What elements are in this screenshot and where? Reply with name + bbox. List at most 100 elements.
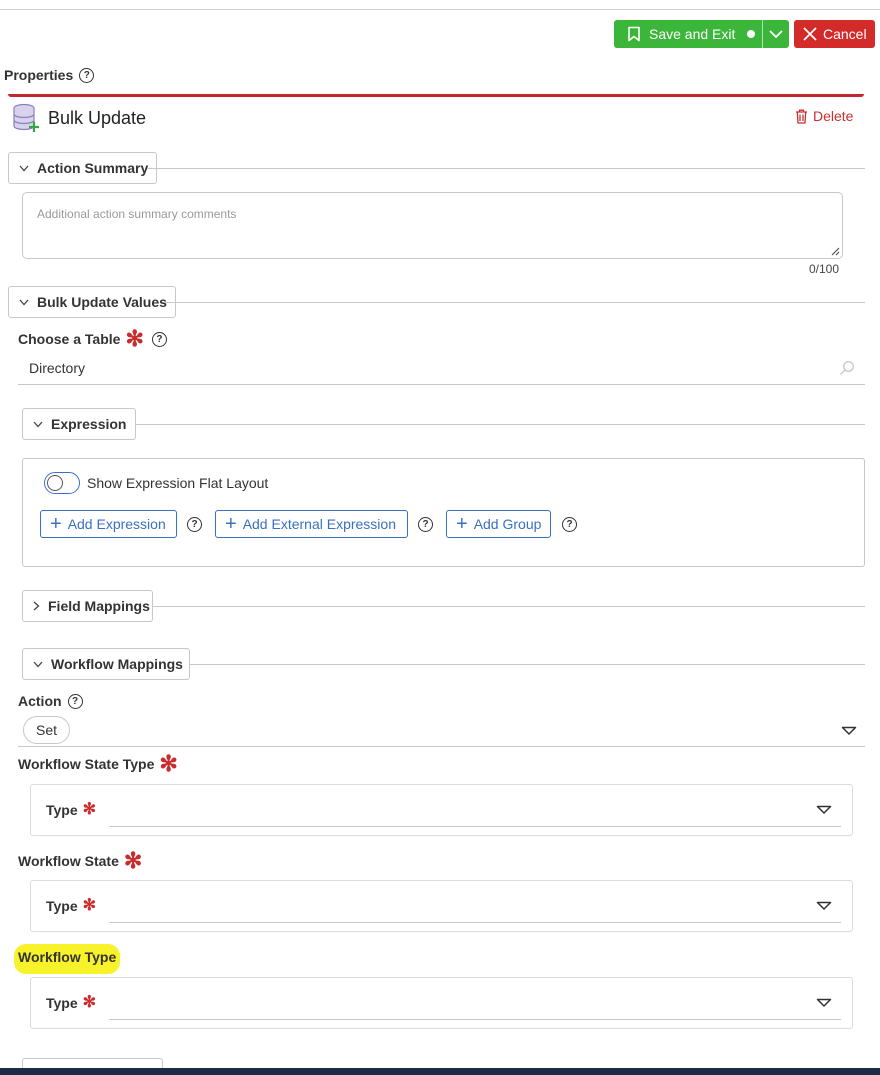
cancel-label: Cancel [823,26,867,42]
choose-table-input[interactable]: Directory [18,352,865,385]
help-icon[interactable]: ? [187,517,202,532]
workflow-mappings-label: Workflow Mappings [51,656,183,672]
workflow-state-type-label: Workflow State Type [18,756,155,772]
choose-table-label: Choose a Table [18,331,121,347]
help-icon[interactable]: ? [79,67,95,83]
chevron-down-icon [33,421,43,428]
add-expression-button[interactable]: + Add Expression [40,510,177,538]
workflow-mappings-toggle[interactable]: Workflow Mappings [22,648,190,680]
save-options-dropdown[interactable] [763,29,789,39]
dropdown-arrow-icon[interactable] [816,805,832,815]
bookmark-icon [627,26,641,42]
flat-layout-toggle[interactable] [44,472,80,494]
dropdown-arrow-icon[interactable] [841,726,857,736]
section-workflow-mappings: Workflow Mappings [22,648,865,680]
choose-table-heading: Choose a Table ✻ ? [18,326,167,351]
plus-icon: + [456,513,468,535]
cancel-button[interactable]: Cancel [794,20,875,48]
bulk-update-values-label: Bulk Update Values [37,294,167,310]
section-action-summary: Action Summary [8,152,865,184]
type-heading: Type ✻ [46,994,97,1012]
properties-heading: Properties ? [4,67,95,83]
workflow-state-heading: Workflow State ✻ [18,848,143,873]
required-asterisk-icon: ✻ [159,751,178,776]
type-label: Type [46,995,78,1011]
action-summary-toggle[interactable]: Action Summary [8,152,158,184]
chevron-down-icon [19,165,29,172]
action-label: Action [18,693,62,709]
save-and-exit-button[interactable]: Save and Exit [614,20,789,48]
help-icon[interactable]: ? [562,517,577,532]
field-mappings-label: Field Mappings [48,598,150,614]
add-external-expression-button[interactable]: + Add External Expression [215,510,408,538]
section-rule [136,424,865,425]
trash-icon [795,109,808,124]
workflow-state-type-heading: Workflow State Type ✻ [18,751,178,776]
section-field-mappings: Field Mappings [22,590,865,622]
workflow-state-type-box: Type ✻ [30,784,853,836]
dropdown-arrow-icon[interactable] [816,901,832,911]
delete-label: Delete [813,108,854,124]
section-expression: Expression [22,408,865,440]
top-divider [0,9,880,10]
save-and-exit-label: Save and Exit [649,26,736,42]
required-asterisk-icon: ✻ [82,994,97,1011]
plus-icon: + [225,513,237,535]
workflow-type-label: Workflow Type [18,949,117,965]
close-icon [803,27,817,41]
action-accent-bar [8,94,864,97]
required-asterisk-icon: ✻ [123,848,143,873]
help-icon[interactable]: ? [67,693,83,709]
add-external-expression-label: Add External Expression [242,516,396,532]
required-asterisk-icon: ✻ [125,326,144,351]
dropdown-arrow-icon[interactable] [816,998,832,1008]
action-select[interactable]: Set [18,713,865,747]
type-select-underline[interactable] [109,1019,841,1020]
section-rule [165,302,865,303]
type-select-underline[interactable] [109,826,841,827]
help-icon[interactable]: ? [418,517,433,532]
resize-handle-icon[interactable] [830,246,840,256]
add-group-button[interactable]: + Add Group [446,510,551,538]
type-label: Type [46,898,78,914]
section-rule [153,606,865,607]
type-select-underline[interactable] [109,922,841,923]
flat-layout-label: Show Expression Flat Layout [87,475,269,491]
textarea-placeholder: Additional action summary comments [37,207,237,221]
save-and-exit-main[interactable]: Save and Exit [614,20,763,48]
workflow-state-label: Workflow State [18,853,119,869]
action-chip[interactable]: Set [23,716,70,744]
bottom-bar [0,1068,880,1075]
workflow-type-heading: Workflow Type [18,949,116,965]
workflow-state-box: Type ✻ [30,880,853,932]
properties-title: Properties [4,67,74,83]
action-summary-label: Action Summary [37,160,149,176]
toggle-knob [47,474,63,491]
database-add-icon [12,103,40,133]
delete-button[interactable]: Delete [795,108,853,124]
unsaved-indicator-dot [747,30,756,38]
expression-toggle[interactable]: Expression [22,408,136,440]
chevron-right-icon [33,601,40,611]
action-value: Set [35,722,57,738]
help-icon[interactable]: ? [151,331,167,347]
add-group-label: Add Group [473,516,542,532]
action-summary-textarea[interactable]: Additional action summary comments [22,192,843,259]
chevron-down-icon [769,29,783,39]
workflow-type-box: Type ✻ [30,977,853,1029]
required-asterisk-icon: ✻ [82,801,97,818]
chevron-down-icon [19,299,29,306]
type-heading: Type ✻ [46,801,97,819]
chevron-down-icon [33,661,43,668]
character-counter: 0/100 [809,262,840,276]
action-heading: Action ? [18,693,83,709]
add-expression-label: Add Expression [67,516,166,532]
field-mappings-toggle[interactable]: Field Mappings [22,590,153,622]
expression-panel: Show Expression Flat Layout + Add Expres… [22,458,865,567]
type-label: Type [46,802,78,818]
bulk-update-values-toggle[interactable]: Bulk Update Values [8,286,176,318]
plus-icon: + [50,513,62,535]
action-title: Bulk Update [48,107,147,128]
search-icon[interactable] [839,360,855,376]
action-header: Bulk Update [12,103,146,133]
